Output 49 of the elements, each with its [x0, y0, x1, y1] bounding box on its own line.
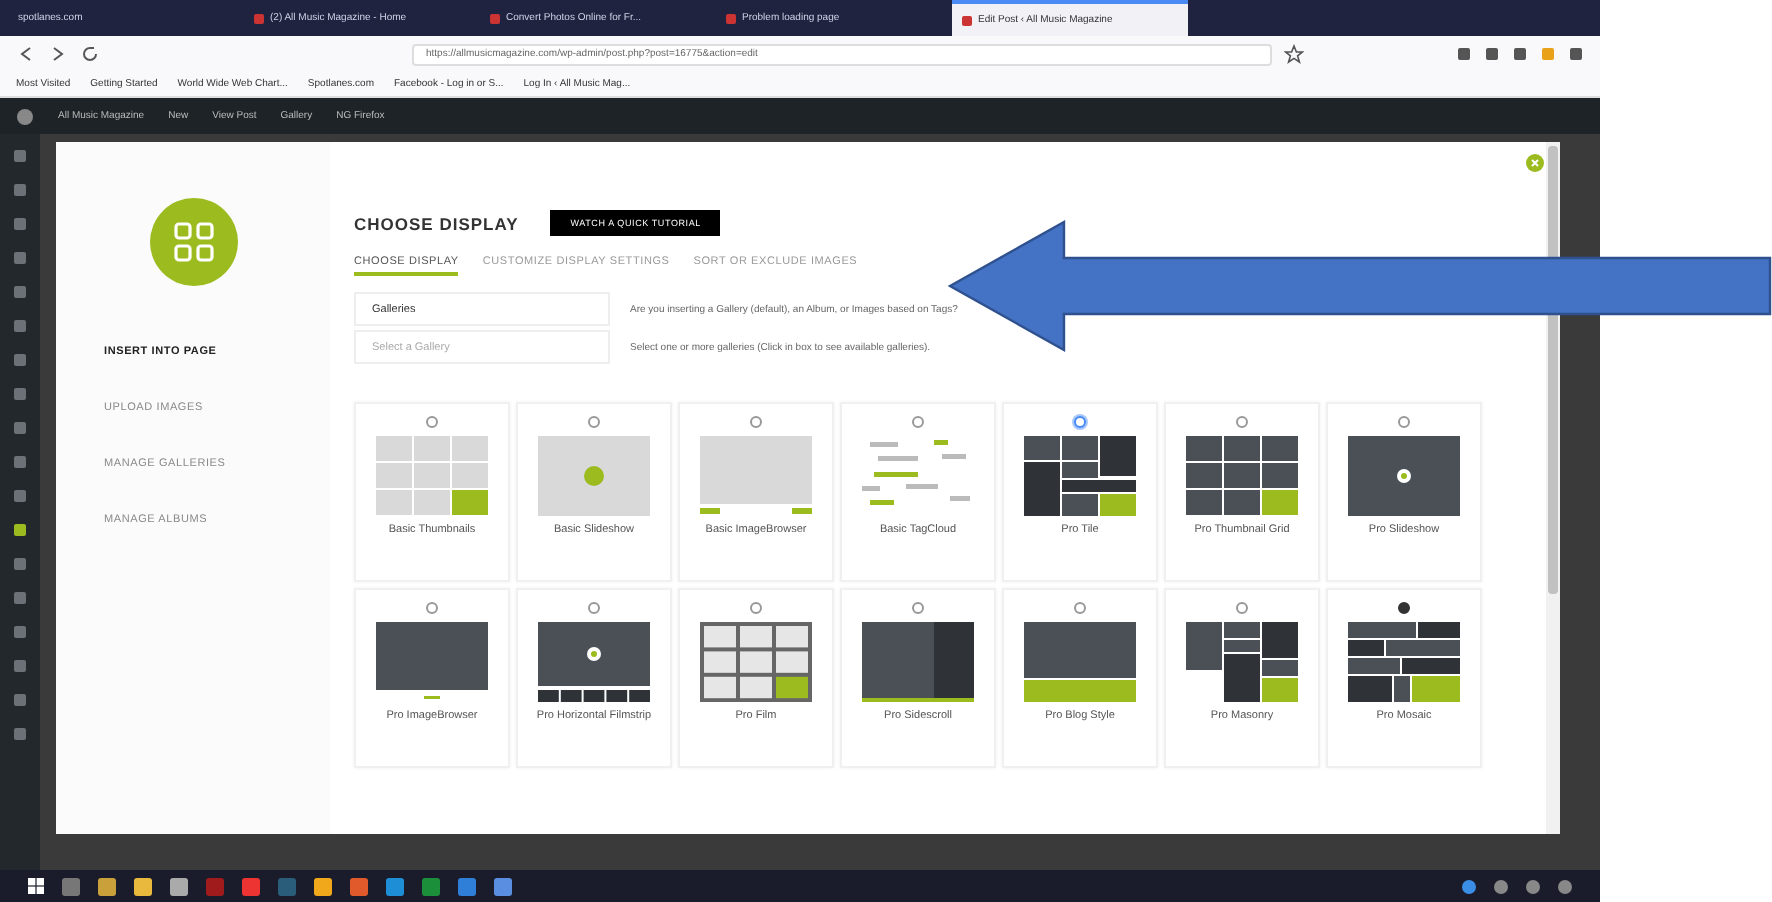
tray-icon[interactable] [1558, 879, 1572, 893]
tray-icon[interactable] [1526, 879, 1540, 893]
radio-button[interactable] [1236, 602, 1248, 614]
menu-icon[interactable] [14, 320, 26, 332]
menu-icon[interactable] [14, 184, 26, 196]
menu-icon[interactable] [14, 354, 26, 366]
menu-icon[interactable] [14, 286, 26, 298]
radio-button[interactable] [426, 416, 438, 428]
menu-icon[interactable] [14, 728, 26, 740]
close-icon[interactable] [1526, 154, 1544, 172]
windows-icon[interactable] [28, 878, 44, 894]
radio-button[interactable] [1074, 602, 1086, 614]
scrollbar[interactable] [1546, 142, 1560, 834]
radio-button[interactable] [1074, 416, 1086, 428]
radio-button[interactable] [588, 602, 600, 614]
menu-icon[interactable] [14, 388, 26, 400]
menu-icon[interactable] [14, 422, 26, 434]
radio-button[interactable] [750, 416, 762, 428]
menu-icon[interactable] [14, 252, 26, 264]
favicon-icon [962, 15, 972, 25]
star-icon[interactable] [1284, 44, 1304, 64]
favicon-icon [726, 13, 736, 23]
radio-button[interactable] [426, 602, 438, 614]
tray-icon[interactable] [1462, 879, 1476, 893]
menu-icon[interactable] [14, 694, 26, 706]
gallery-logo-icon [149, 198, 237, 286]
section-title: CHOOSE DISPLAY [354, 213, 519, 233]
radio-button[interactable] [1398, 416, 1410, 428]
favicon-icon [490, 13, 500, 23]
radio-button[interactable] [1398, 602, 1410, 614]
menu-icon[interactable] [14, 150, 26, 162]
radio-button[interactable] [588, 416, 600, 428]
back-icon[interactable] [16, 44, 36, 64]
forward-icon[interactable] [48, 44, 68, 64]
tray-icon[interactable] [1494, 879, 1508, 893]
radio-button[interactable] [912, 416, 924, 428]
menu-icon[interactable] [14, 218, 26, 230]
reload-icon[interactable] [80, 44, 100, 64]
menu-icon[interactable] [14, 592, 26, 604]
menu-icon[interactable] [14, 558, 26, 570]
radio-button[interactable] [912, 602, 924, 614]
menu-icon[interactable] [14, 524, 26, 536]
radio-button[interactable] [750, 602, 762, 614]
menu-icon[interactable] [14, 456, 26, 468]
favicon-icon [254, 13, 264, 23]
menu-icon[interactable] [14, 626, 26, 638]
menu-icon[interactable] [14, 490, 26, 502]
menu-icon[interactable] [14, 660, 26, 672]
radio-button[interactable] [1236, 416, 1248, 428]
